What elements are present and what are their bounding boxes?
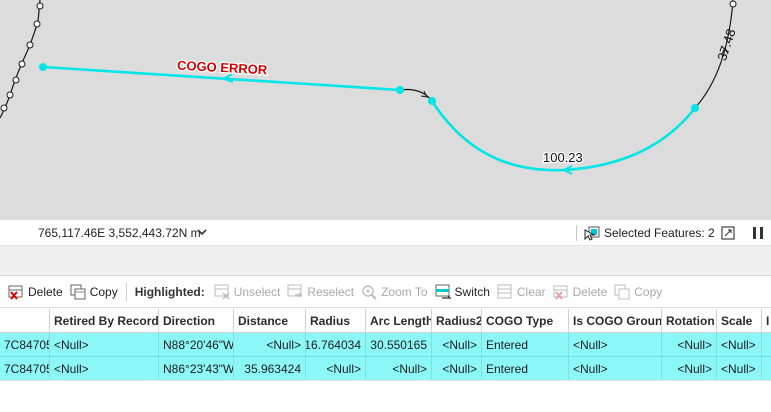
copy-highlighted-button[interactable]: Copy (610, 281, 665, 303)
cell-cogo-type[interactable]: Entered (482, 333, 569, 356)
column-header-id[interactable] (0, 309, 50, 332)
attribute-table: Retired By Record * Direction Distance R… (0, 309, 771, 381)
column-header-is-cogo-ground[interactable]: Is COGO Ground (569, 309, 662, 332)
column-header-rotation[interactable]: Rotation (662, 309, 717, 332)
toolbar-divider (125, 283, 127, 301)
cell-retired-by-record[interactable]: <Null> (50, 357, 159, 380)
cell-rotation[interactable]: <Null> (662, 333, 717, 356)
column-header-radius[interactable]: Radius (306, 309, 366, 332)
clear-label: Clear (516, 285, 546, 299)
status-divider (576, 225, 577, 241)
reselect-label: Reselect (307, 285, 355, 299)
column-header-next[interactable]: I (762, 309, 771, 332)
column-header-direction[interactable]: Direction (159, 309, 234, 332)
column-header-retired-by-record[interactable]: Retired By Record * (50, 309, 159, 332)
cell-is-cogo-ground[interactable]: <Null> (569, 333, 662, 356)
unselect-label: Unselect (233, 285, 281, 299)
cogo-error-label: COGO ERROR (177, 58, 269, 78)
copy-label: Copy (89, 285, 118, 299)
parcel-boundary-left (0, 0, 41, 119)
cell-rotation[interactable]: <Null> (662, 357, 717, 380)
cell-retired-by-record[interactable]: <Null> (50, 333, 159, 356)
cell-radius[interactable]: <Null> (306, 357, 366, 380)
map-refresh-icon[interactable] (720, 225, 736, 241)
coordinate-readout: 765,117.46E 3,552,443.72N m (38, 226, 201, 240)
attribute-table-toolbar: Delete Copy Highlighted: Unselect Resele… (0, 277, 771, 308)
column-header-radius2[interactable]: Radius2 (432, 309, 482, 332)
cell-radius2[interactable]: <Null> (432, 357, 482, 380)
cell-scale[interactable]: <Null> (717, 333, 762, 356)
delete-button[interactable]: Delete (4, 281, 66, 303)
selected-features-icon[interactable] (583, 224, 601, 242)
pause-drawing-icon[interactable] (750, 225, 766, 241)
switch-label: Switch (454, 285, 490, 299)
cell-next[interactable] (762, 333, 771, 356)
cell-direction[interactable]: N86°23'43"W (159, 357, 234, 380)
delete-highlighted-icon (553, 285, 568, 300)
parcel-vertices (0, 2, 44, 112)
map-status-bar: 765,117.46E 3,552,443.72N m Selected Fea… (0, 220, 771, 246)
reselect-button[interactable]: Reselect (283, 281, 357, 303)
column-header-scale[interactable]: Scale (717, 309, 762, 332)
table-row[interactable]: 7C84705} <Null> N86°23'43"W 35.963424 <N… (0, 357, 771, 381)
zoom-to-label: Zoom To (381, 285, 428, 299)
selected-features-count: Selected Features: 2 (604, 226, 715, 240)
column-header-distance[interactable]: Distance (234, 309, 306, 332)
map-view[interactable]: 37.48 COGO ERROR 100.23 (0, 0, 771, 220)
cell-distance[interactable]: <Null> (234, 333, 306, 356)
cell-scale[interactable]: <Null> (717, 357, 762, 380)
curve-label: 37.48 (714, 27, 738, 63)
chevron-down-icon[interactable] (196, 225, 208, 239)
selection-status: Selected Features: 2 (576, 224, 715, 242)
switch-button[interactable]: Switch (431, 281, 493, 303)
curve-vertex (729, 0, 737, 8)
copy-rows-icon (70, 284, 86, 300)
clear-button[interactable]: Clear (493, 281, 549, 303)
unselect-icon (214, 284, 230, 300)
zoom-to-icon (362, 285, 377, 300)
column-header-arc-length[interactable]: Arc Length (366, 309, 432, 332)
delete-highlighted-label: Delete (572, 285, 608, 299)
delete-label: Delete (28, 285, 63, 299)
cell-direction[interactable]: N88°20'46"W (159, 333, 234, 356)
cell-cogo-type[interactable]: Entered (482, 357, 569, 380)
map-canvas[interactable]: 37.48 COGO ERROR 100.23 (0, 0, 771, 220)
copy-highlighted-icon (614, 284, 630, 300)
delete-rows-icon (8, 285, 23, 300)
pane-separator (0, 246, 771, 276)
cell-radius[interactable]: 16.764034 (306, 333, 366, 356)
delete-highlighted-button[interactable]: Delete (549, 281, 611, 303)
clear-selection-icon (497, 284, 512, 299)
cell-distance[interactable]: 35.963424 (234, 357, 306, 380)
cell-radius2[interactable]: <Null> (432, 333, 482, 356)
table-header: Retired By Record * Direction Distance R… (0, 309, 771, 333)
switch-selection-icon (435, 284, 452, 299)
highlighted-label: Highlighted: (134, 285, 205, 299)
copy-highlighted-label: Copy (634, 285, 663, 299)
small-curve-segment (399, 88, 433, 102)
copy-button[interactable]: Copy (66, 281, 121, 303)
cell-arc-length[interactable]: 30.550165 (366, 333, 432, 356)
reselect-icon (287, 284, 303, 298)
cell-arc-length[interactable]: <Null> (366, 357, 432, 380)
cell-next[interactable] (762, 357, 771, 380)
unselect-button[interactable]: Unselect (210, 281, 284, 303)
arc-length-label: 100.23 (543, 150, 583, 165)
cell-id[interactable]: 7C84705} (0, 357, 50, 380)
table-empty-area (0, 381, 771, 412)
table-row[interactable]: 7C84705} <Null> N88°20'46"W <Null> 16.76… (0, 333, 771, 357)
column-header-cogo-type[interactable]: COGO Type (482, 309, 569, 332)
cell-is-cogo-ground[interactable]: <Null> (569, 357, 662, 380)
zoom-to-button[interactable]: Zoom To (357, 281, 430, 303)
cell-id[interactable]: 7C84705} (0, 333, 50, 356)
